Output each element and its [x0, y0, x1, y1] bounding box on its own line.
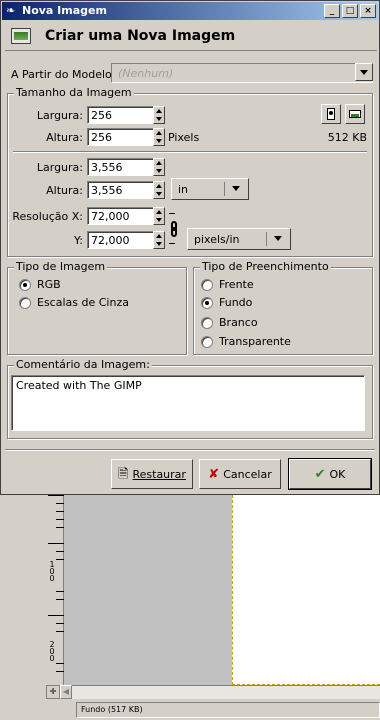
image-size-legend: Tamanho da Imagem [14, 86, 134, 99]
close-button[interactable]: × [360, 4, 376, 18]
print-width-spinner[interactable]: 3,556 [87, 158, 165, 176]
print-unit-value: in [178, 183, 189, 196]
separator [13, 151, 367, 153]
chevron-down-icon[interactable] [228, 180, 246, 198]
resolution-x-spinner[interactable]: 72,000 [87, 207, 165, 225]
reset-button[interactable]: 🗎 Restaurar [111, 459, 193, 489]
height-label: Altura: [46, 131, 83, 144]
cancel-button[interactable]: ✘ Cancelar [199, 459, 281, 489]
height-spin-arrows-icon[interactable] [153, 128, 165, 146]
width-spin-arrows-icon[interactable] [153, 106, 165, 124]
image-type-group: Tipo de Imagem [7, 261, 187, 355]
memory-size: 512 KB [327, 131, 367, 144]
print-width-value: 3,556 [91, 161, 123, 174]
resolution-y-spin-arrows-icon[interactable] [153, 231, 165, 249]
comment-textarea[interactable]: Created with The GIMP [11, 375, 365, 431]
minimize-button[interactable]: _ [324, 4, 340, 18]
print-height-spin-arrows-icon[interactable] [153, 181, 165, 199]
height-spinner[interactable]: 256 [87, 128, 165, 146]
reset-icon: 🗎 [118, 466, 129, 482]
width-spinner[interactable]: 256 [87, 106, 165, 124]
height-value: 256 [91, 131, 112, 144]
radio-rgb-label: RGB [37, 278, 61, 291]
maximize-button[interactable]: □ [342, 4, 358, 18]
chain-link-icon[interactable] [169, 209, 179, 247]
vertical-ruler[interactable]: 1 0 0 2 0 0 [46, 495, 64, 685]
print-height-spinner[interactable]: 3,556 [87, 181, 165, 199]
canvas-padding [64, 495, 232, 685]
new-image-dialog: ❧ Nova Imagem _ □ × Criar uma Nova Image… [0, 0, 380, 495]
print-height-value: 3,556 [91, 184, 123, 197]
print-width-spin-arrows-icon[interactable] [153, 158, 165, 176]
radio-foreground-label: Frente [219, 278, 254, 291]
status-bar: Fundo (517 KB) [76, 702, 380, 718]
resolution-x-spin-arrows-icon[interactable] [153, 207, 165, 225]
template-label: A Partir do Modelo: [11, 68, 116, 81]
image-type-legend: Tipo de Imagem [14, 260, 108, 273]
scroll-left-arrow-icon[interactable]: ◀ [60, 685, 72, 699]
resolution-x-value: 72,000 [91, 210, 130, 223]
cancel-button-label: Cancelar [223, 467, 272, 481]
radio-white-label: Branco [219, 316, 258, 329]
resolution-y-label: Y: [74, 234, 83, 247]
gimp-wilber-icon: ❧ [6, 4, 16, 17]
width-label: Largura: [36, 109, 83, 122]
dialog-header: Criar uma Nova Imagem [5, 23, 377, 51]
resolution-unit-select[interactable]: pixels/in [187, 228, 291, 250]
cancel-x-icon: ✘ [208, 466, 220, 482]
ok-button-label: OK [329, 467, 346, 481]
image-canvas[interactable] [232, 495, 380, 685]
horizontal-scrollbar[interactable] [46, 685, 380, 699]
print-height-label: Altura: [46, 184, 83, 197]
radio-transparent-label: Transparente [219, 335, 291, 348]
resolution-unit-value: pixels/in [194, 233, 240, 246]
template-select[interactable]: (Nenhum) [111, 63, 373, 83]
resolution-y-value: 72,000 [91, 234, 130, 247]
dialog-titlebar[interactable]: ❧ Nova Imagem _ □ × [2, 2, 378, 20]
separator [5, 449, 375, 451]
ruler-label-100: 1 0 0 [49, 560, 55, 583]
print-unit-select[interactable]: in [171, 178, 249, 200]
landscape-icon[interactable] [345, 104, 365, 124]
portrait-icon[interactable] [321, 104, 341, 124]
template-value: (Nenhum) [118, 67, 174, 80]
ok-button[interactable]: ✔ OK [288, 458, 372, 490]
ruler-label-200: 2 0 0 [49, 640, 55, 663]
navigate-icon[interactable]: ✛ [46, 685, 60, 699]
fill-type-legend: Tipo de Preenchimento [200, 260, 331, 273]
reset-button-label: Restaurar [132, 467, 186, 481]
comment-text: Created with The GIMP [16, 379, 142, 392]
new-image-icon [11, 28, 31, 44]
chevron-down-icon[interactable] [270, 230, 288, 248]
radio-background-label: Fundo [219, 296, 253, 309]
dialog-heading: Criar uma Nova Imagem [45, 28, 236, 44]
pixels-unit-label: Pixels [168, 131, 200, 144]
radio-grayscale-label: Escalas de Cinza [37, 296, 129, 309]
background-desktop-strip [0, 495, 46, 685]
print-width-label: Largura: [36, 161, 83, 174]
resolution-x-label: Resolução X: [12, 210, 83, 223]
width-value: 256 [91, 109, 112, 122]
comment-legend: Comentário da Imagem: [14, 358, 152, 371]
chevron-down-icon[interactable] [355, 63, 373, 81]
window-title: Nova Imagem [22, 4, 107, 17]
ok-check-icon: ✔ [314, 466, 326, 482]
resolution-y-spinner[interactable]: 72,000 [87, 231, 165, 249]
